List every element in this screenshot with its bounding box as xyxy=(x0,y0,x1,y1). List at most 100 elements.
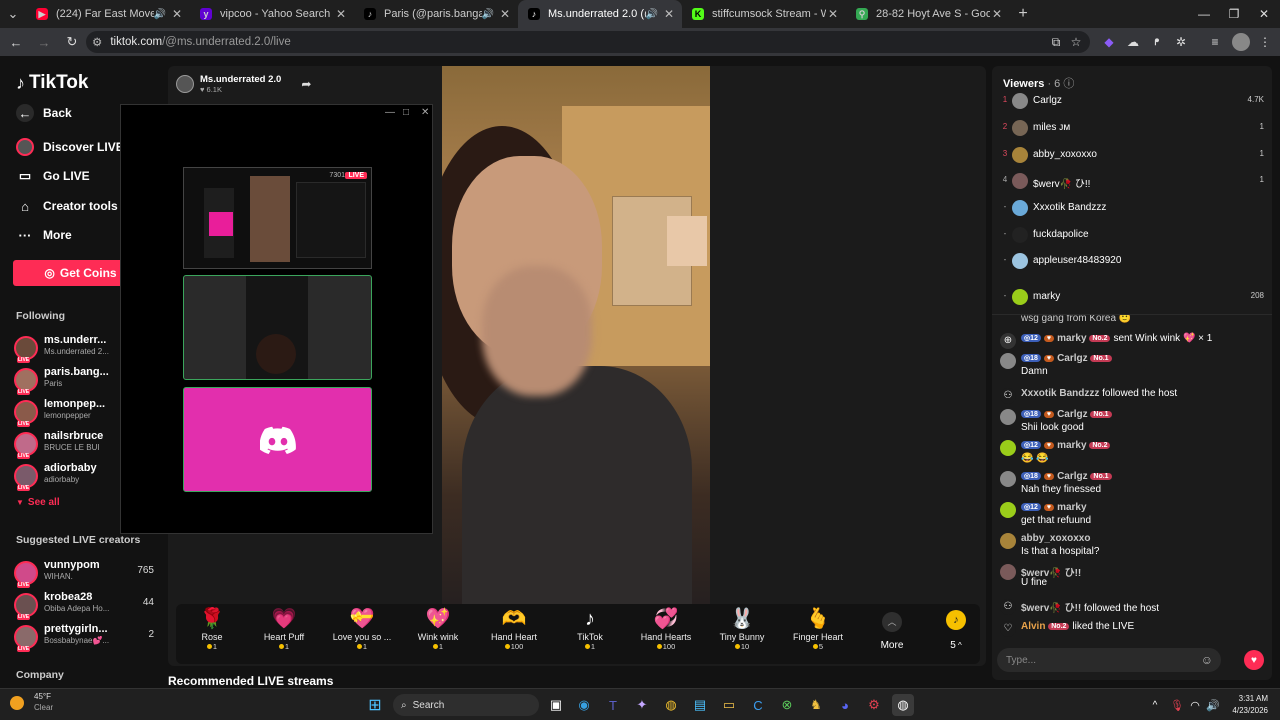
nav-creator-tools[interactable]: ⌂ Creator tools xyxy=(16,197,118,215)
nav-go-live[interactable]: ▭ Go LIVE xyxy=(16,167,90,185)
back-arrow-icon[interactable]: ← xyxy=(4,30,28,54)
close-tab-icon[interactable]: ✕ xyxy=(990,7,1004,21)
suggested-creator[interactable]: LIVE vunnypom WIHAN. 765 xyxy=(14,559,154,589)
discord-tile[interactable] xyxy=(183,387,372,492)
nav-more[interactable]: ··· More xyxy=(16,226,72,244)
window-close-icon[interactable]: ✕ xyxy=(421,107,429,118)
company-heading[interactable]: Company xyxy=(16,669,64,681)
maximize-icon[interactable]: □ xyxy=(403,107,409,118)
chrome-active-icon[interactable]: ◍ xyxy=(892,694,914,716)
app-icon[interactable]: ⚙ xyxy=(863,694,885,716)
edge-icon[interactable]: ◉ xyxy=(573,694,595,716)
site-info-icon[interactable]: ⚙ xyxy=(92,35,102,49)
extension-icon[interactable]: ☁ xyxy=(1124,33,1142,51)
browser-tab-active[interactable]: ♪Ms.underrated 2.0 (@ms.und🔊✕ xyxy=(518,0,682,28)
chrome-icon[interactable]: ◍ xyxy=(660,694,682,716)
xbox-icon[interactable]: ⊗ xyxy=(776,694,798,716)
browser-tab[interactable]: yvipcoo - Yahoo Search Results✕ xyxy=(190,0,354,28)
emoji-icon[interactable]: ☺ xyxy=(1201,653,1213,667)
gift-love-you[interactable]: 💝 Love you so ... 1 xyxy=(326,606,398,651)
file-explorer-icon[interactable]: ▭ xyxy=(718,694,740,716)
coin-balance-button[interactable]: ♪ 5 ^ xyxy=(936,610,976,651)
app-icon[interactable]: ♞ xyxy=(805,694,827,716)
like-button[interactable]: ♥ xyxy=(1244,650,1264,670)
share-icon[interactable]: ➦ xyxy=(301,77,311,91)
close-tab-icon[interactable]: ✕ xyxy=(826,7,840,21)
gift-rose[interactable]: 🌹 Rose 1 xyxy=(176,606,248,651)
new-tab-button[interactable]: + xyxy=(1010,0,1036,28)
viewer-row[interactable]: - fuckdapolice xyxy=(992,225,1272,247)
back-button[interactable]: ← Back xyxy=(16,104,72,122)
live-video[interactable] xyxy=(442,66,710,604)
extension-icon[interactable]: ◆ xyxy=(1100,33,1118,51)
minimize-icon[interactable]: — xyxy=(385,107,395,118)
gift-hand-hearts[interactable]: 💞 Hand Hearts 100 xyxy=(630,606,702,651)
teams-icon[interactable]: T xyxy=(602,694,624,716)
suggested-creator[interactable]: LIVE prettygirln... Bossbabynae💕... 2 xyxy=(14,623,154,653)
browser-tab[interactable]: Kstiffcumsock Stream - Watch Li✕ xyxy=(682,0,846,28)
host-avatar[interactable] xyxy=(176,75,194,93)
viewer-row[interactable]: - Xxxotik Bandzzz xyxy=(992,198,1272,220)
discord-icon[interactable]: ◕ xyxy=(834,694,856,716)
close-tab-icon[interactable]: ✕ xyxy=(498,7,512,21)
task-view-icon[interactable]: ▣ xyxy=(545,694,567,716)
tiktok-logo[interactable]: ♪ TikTok xyxy=(16,72,88,94)
app-icon[interactable]: C xyxy=(747,694,769,716)
store-icon[interactable]: ▤ xyxy=(689,694,711,716)
close-tab-icon[interactable]: ✕ xyxy=(662,7,676,21)
bookmark-star-icon[interactable]: ☆ xyxy=(1067,33,1085,51)
video-call-tile[interactable] xyxy=(183,275,372,380)
extensions-puzzle-icon[interactable]: ✲ xyxy=(1172,33,1190,51)
forward-arrow-icon[interactable]: → xyxy=(32,30,56,54)
copilot-icon[interactable]: ✦ xyxy=(631,694,653,716)
windows-start-icon[interactable]: ⊞ xyxy=(364,694,386,716)
gift-heart-puff[interactable]: 💗 Heart Puff 1 xyxy=(248,606,320,651)
avatar xyxy=(1000,471,1016,487)
live-chat: wsg gang from Korea 🙂 ⊕ ◎12 ♥ marky No.2 sen… xyxy=(992,314,1272,640)
kick-icon: K xyxy=(692,8,704,20)
system-clock[interactable]: 3:31 AM 4/23/2026 xyxy=(1226,693,1268,717)
browser-tab[interactable]: ▶(224) Far East Movement - Like🔊✕ xyxy=(26,0,190,28)
tray-chevron-icon[interactable]: ^ xyxy=(1144,694,1166,716)
close-tab-icon[interactable]: ✕ xyxy=(170,7,184,21)
floating-discord-window[interactable]: — □ ✕ 7301 LIVE xyxy=(120,104,433,534)
info-icon[interactable]: ⓘ xyxy=(1060,78,1074,90)
browser-tab[interactable]: ⚲28-82 Hoyt Ave S - Google Ma✕ xyxy=(846,0,1010,28)
extension-icon[interactable]: ᖰ xyxy=(1148,33,1166,51)
gift-finger-heart[interactable]: 🫰 Finger Heart 5 xyxy=(782,606,854,651)
gift-wink-wink[interactable]: 💖 Wink wink 1 xyxy=(402,606,474,651)
screen-share-preview[interactable]: 7301 LIVE xyxy=(183,167,372,269)
reload-icon[interactable]: ↻ xyxy=(60,30,84,54)
browser-tab[interactable]: ♪Paris (@paris.bangaa2) is LIVE🔊✕ xyxy=(354,0,518,28)
viewer-row[interactable]: 1 Carlgz 4.7K xyxy=(992,91,1272,113)
camera-icon: ▭ xyxy=(18,168,32,183)
more-gifts-button[interactable]: ︿ More xyxy=(876,612,908,651)
nav-discover-live[interactable]: Discover LIVE xyxy=(16,138,124,156)
viewer-row[interactable]: 4 $werv🥀 ひ!! 1 xyxy=(992,171,1272,193)
viewer-row[interactable]: - appleuser48483920 xyxy=(992,251,1272,273)
window-close-icon[interactable]: ✕ xyxy=(1248,0,1280,28)
viewer-row[interactable]: 3 abby_xoxoxxo 1 xyxy=(992,145,1272,167)
see-all-link[interactable]: ▼ See all xyxy=(16,497,60,508)
close-tab-icon[interactable]: ✕ xyxy=(334,7,348,21)
gift-tiktok[interactable]: ♪ TikTok 1 xyxy=(554,606,626,651)
volume-icon[interactable]: 🔊 xyxy=(1202,694,1224,716)
media-control-icon[interactable]: ≡ xyxy=(1206,33,1224,51)
open-in-app-icon[interactable]: ⧉ xyxy=(1047,33,1065,51)
profile-avatar[interactable] xyxy=(1232,33,1250,51)
url-field[interactable]: ⚙ tiktok.com/@ms.underrated.2.0/live xyxy=(86,31,1090,53)
gift-hand-heart[interactable]: 🫶 Hand Heart 100 xyxy=(478,606,550,651)
viewer-row[interactable]: - marky 208 xyxy=(992,287,1272,309)
taskbar-search[interactable]: ⌕ Search xyxy=(393,694,539,716)
chat-input[interactable]: Type... ☺ xyxy=(997,648,1221,672)
host-name[interactable]: Ms.underrated 2.0 xyxy=(200,74,281,85)
tab-search-icon[interactable]: ⌄ xyxy=(0,0,26,28)
suggested-creator[interactable]: LIVE krobea28 Obiba Adepa Ho... 44 xyxy=(14,591,154,621)
gift-tiny-bunny[interactable]: 🐰 Tiny Bunny 10 xyxy=(706,606,778,651)
browser-menu-icon[interactable]: ⋮ xyxy=(1256,33,1274,51)
restore-icon[interactable]: ❐ xyxy=(1218,0,1250,28)
viewer-row[interactable]: 2 miles ᴊᴍ 1 xyxy=(992,118,1272,140)
host-likes: 6.1K xyxy=(206,85,222,94)
host-info[interactable]: Ms.underrated 2.0 ♥ 6.1K ➦ xyxy=(176,72,311,96)
minimize-icon[interactable]: — xyxy=(1188,0,1220,28)
